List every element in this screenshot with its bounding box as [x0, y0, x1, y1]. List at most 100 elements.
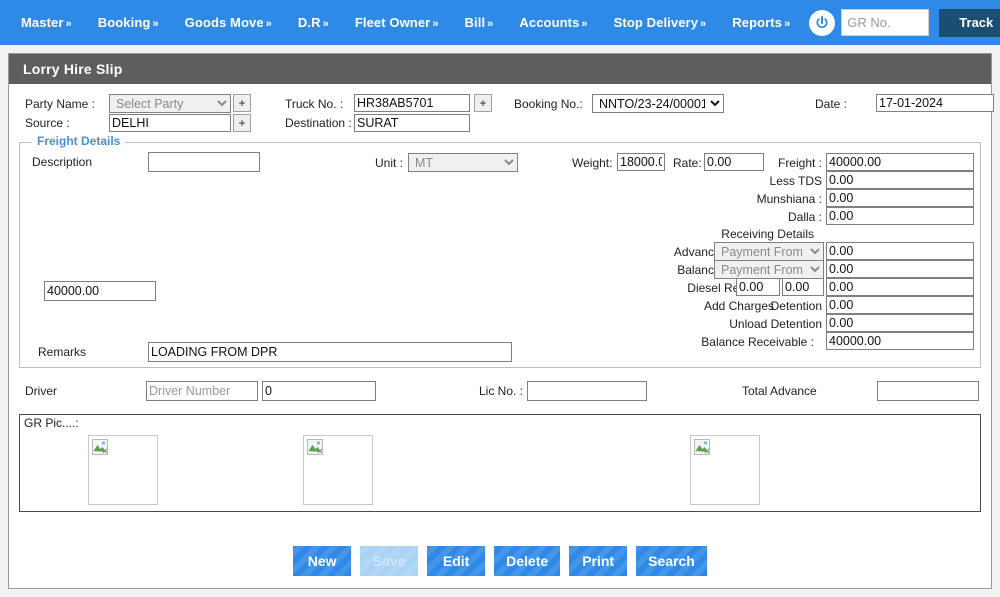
detention-input[interactable]	[826, 296, 974, 314]
nav-item-label: D.R	[297, 15, 321, 30]
source-label: Source :	[25, 116, 70, 130]
search-button[interactable]: Search	[636, 546, 707, 576]
page-background: Lorry Hire Slip Party Name : Select Part…	[0, 45, 1000, 597]
nav-item-bill[interactable]: Bill»	[452, 15, 507, 30]
source-input[interactable]	[109, 114, 231, 132]
truck-no-input[interactable]	[354, 94, 470, 112]
gr-pic-section: GR Pic....:	[19, 414, 981, 512]
diesel-received-qty-input[interactable]	[736, 278, 780, 296]
gr-pic-thumbnail-2[interactable]	[303, 435, 373, 505]
nav-item-label: Master	[21, 15, 64, 30]
add-source-button[interactable]: +	[233, 114, 251, 132]
panel-header: Lorry Hire Slip	[9, 54, 991, 84]
munshiana-label: Munshiana :	[756, 192, 822, 206]
less-tds-label: Less TDS	[769, 174, 822, 188]
nav-caret-icon: »	[152, 18, 159, 30]
panel-body: Party Name : Select Party + Source : + T…	[9, 84, 994, 512]
nav-item-stop-delivery[interactable]: Stop Delivery»	[601, 15, 720, 30]
track-button[interactable]: Track	[939, 8, 1000, 37]
delete-button[interactable]: Delete	[494, 546, 561, 576]
nav-caret-icon: »	[432, 18, 439, 30]
add-charges-label: Add Charges	[703, 299, 774, 313]
total-advance-label: Total Advance	[742, 384, 817, 398]
party-name-label: Party Name :	[25, 97, 96, 111]
print-button[interactable]: Print	[569, 546, 628, 576]
weight-label: Weight:	[572, 156, 613, 170]
diesel-received-amount-input[interactable]	[826, 278, 974, 296]
driver-row: Driver Lic No. : Total Advance	[19, 378, 981, 412]
nav-item-accounts[interactable]: Accounts»	[506, 15, 600, 30]
date-input[interactable]	[876, 94, 994, 112]
lorry-hire-slip-panel: Lorry Hire Slip Party Name : Select Part…	[8, 53, 994, 589]
balance-receivable-label: Balance Receivable :	[701, 335, 814, 349]
broken-image-icon	[307, 439, 323, 455]
gr-pic-thumbnail-1[interactable]	[88, 435, 158, 505]
nav-caret-icon: »	[322, 18, 329, 30]
nav-item-label: Accounts	[519, 15, 580, 30]
total-advance-input[interactable]	[877, 381, 979, 401]
nav-caret-icon: »	[700, 18, 707, 30]
remarks-label: Remarks	[38, 345, 87, 359]
freight-amount-input[interactable]	[826, 153, 974, 171]
nav-item-dr[interactable]: D.R»	[285, 15, 342, 30]
unit-select[interactable]: MT	[408, 153, 518, 172]
add-party-button[interactable]: +	[233, 94, 251, 112]
nav-item-label: Goods Move	[184, 15, 264, 30]
munshiana-input[interactable]	[826, 189, 974, 207]
edit-button[interactable]: Edit	[427, 546, 486, 576]
nav-caret-icon: »	[581, 18, 588, 30]
advance-received-select[interactable]: Payment From	[714, 242, 824, 261]
top-navigation-bar: Master» Booking» Goods Move» D.R» Fleet …	[0, 0, 1000, 45]
power-logout-button[interactable]	[809, 9, 836, 36]
rate-input[interactable]	[704, 153, 764, 171]
unload-detention-input[interactable]	[826, 314, 974, 332]
date-label: Date :	[815, 97, 848, 111]
nav-item-label: Stop Delivery	[613, 15, 699, 30]
power-icon	[816, 15, 828, 28]
driver-id-input[interactable]	[262, 381, 376, 401]
balance-received-select[interactable]: Payment From	[714, 260, 824, 279]
weight-input[interactable]	[617, 153, 665, 171]
less-tds-input[interactable]	[826, 171, 974, 189]
nav-caret-icon: »	[65, 18, 72, 30]
dalla-input[interactable]	[826, 207, 974, 225]
booking-no-label: Booking No.:	[514, 97, 583, 111]
balance-receivable-input[interactable]	[826, 332, 974, 350]
broken-image-icon	[92, 439, 108, 455]
gr-no-input[interactable]	[841, 9, 930, 36]
balance-received-amount-input[interactable]	[826, 260, 974, 278]
description-label: Description	[32, 155, 93, 169]
nav-item-reports[interactable]: Reports»	[719, 15, 803, 30]
unit-label: Unit :	[375, 156, 404, 170]
gr-pic-thumbnail-3[interactable]	[690, 435, 760, 505]
nav-item-booking[interactable]: Booking»	[85, 15, 172, 30]
remarks-input[interactable]	[148, 342, 512, 362]
unload-detention-label: Unload Detention	[729, 317, 822, 331]
driver-label: Driver	[25, 384, 57, 398]
net-amount-input[interactable]	[44, 281, 156, 301]
diesel-received-rate-input[interactable]	[782, 278, 824, 296]
description-input[interactable]	[148, 152, 260, 172]
advance-received-amount-input[interactable]	[826, 242, 974, 260]
save-button: Save	[360, 546, 419, 576]
nav-item-label: Bill	[464, 15, 486, 30]
nav-item-master[interactable]: Master»	[8, 15, 85, 30]
nav-item-fleet-owner[interactable]: Fleet Owner»	[342, 15, 452, 30]
action-button-bar: New Save Edit Delete Print Search	[9, 546, 991, 576]
add-truck-button[interactable]: +	[474, 94, 492, 112]
new-button[interactable]: New	[293, 546, 352, 576]
lic-no-input[interactable]	[527, 381, 647, 401]
nav-item-label: Reports	[732, 15, 783, 30]
nav-caret-icon: »	[487, 18, 494, 30]
rate-label: Rate:	[673, 156, 702, 170]
nav-caret-icon: »	[265, 18, 272, 30]
destination-label: Destination :	[285, 116, 352, 130]
destination-input[interactable]	[354, 114, 470, 132]
header-form-row: Party Name : Select Party + Source : + T…	[19, 94, 994, 136]
freight-label: Freight :	[777, 156, 822, 170]
driver-number-input[interactable]	[146, 381, 258, 401]
broken-image-icon	[694, 439, 710, 455]
party-name-select[interactable]: Select Party	[109, 94, 231, 113]
nav-item-goods-move[interactable]: Goods Move»	[172, 15, 285, 30]
booking-no-select[interactable]: NNTO/23-24/00001 /	[592, 94, 724, 113]
